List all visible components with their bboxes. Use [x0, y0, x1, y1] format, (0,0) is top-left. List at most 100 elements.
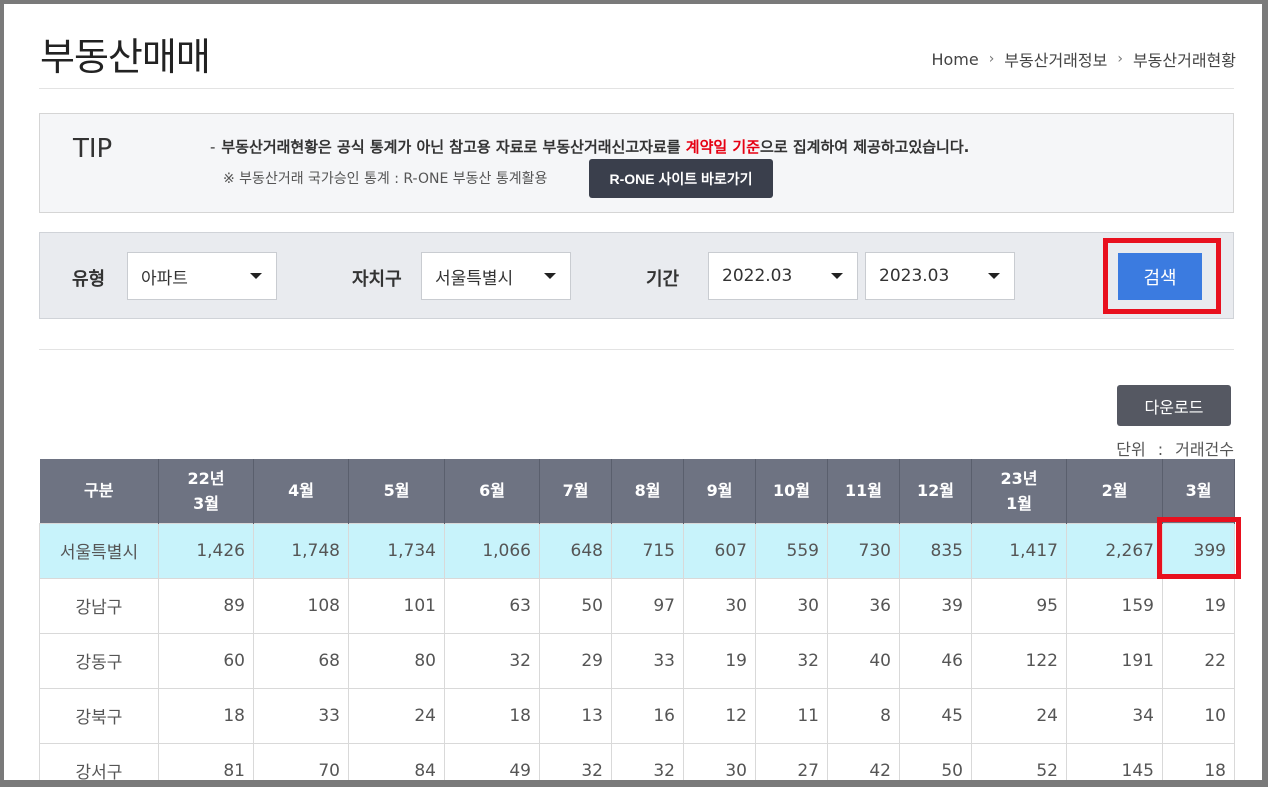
divider [39, 349, 1234, 350]
value-cell: 835 [899, 522, 972, 579]
page-title: 부동산매매 [40, 35, 211, 79]
value-cell: 648 [539, 522, 612, 579]
value-cell: 1,426 [158, 522, 254, 579]
value-cell: 1,748 [253, 522, 349, 579]
table-header-cell: 11월 [827, 459, 900, 523]
table-header-cell: 10월 [755, 459, 828, 523]
value-cell: 32 [611, 742, 684, 780]
value-cell: 24 [971, 687, 1067, 744]
value-cell: 81 [158, 742, 254, 780]
caret-down-icon [250, 273, 262, 279]
value-cell: 607 [683, 522, 756, 579]
table-header-cell: 2월 [1066, 459, 1163, 523]
row-name-cell: 강동구 [39, 632, 159, 689]
row-name-cell: 강북구 [39, 687, 159, 744]
value-cell: 122 [971, 632, 1067, 689]
table-header-cell: 5월 [348, 459, 445, 523]
value-cell: 84 [348, 742, 445, 780]
value-cell: 16 [611, 687, 684, 744]
rone-site-button[interactable]: R-ONE 사이트 바로가기 [589, 159, 773, 198]
value-cell: 32 [444, 632, 540, 689]
table-header-cell: 22년 3월 [158, 459, 254, 523]
transaction-table: 구분 22년 3월 4월 5월 6월 7월 8월 9월 10월 11월 12월 23년 1월 2월 3월 서울… [39, 459, 1235, 780]
period-to-select[interactable]: 2023.03 [865, 252, 1015, 300]
value-cell: 39 [899, 577, 972, 634]
value-cell: 13 [539, 687, 612, 744]
period-to-value: 2023.03 [879, 266, 950, 286]
value-cell: 30 [683, 577, 756, 634]
tip-text-after: 으로 집계하여 제공하고있습니다. [760, 138, 970, 156]
divider [39, 88, 1234, 89]
period-from-select[interactable]: 2022.03 [708, 252, 858, 300]
district-select-value: 서울특별시 [435, 268, 514, 289]
value-cell: 46 [899, 632, 972, 689]
value-cell: 52 [971, 742, 1067, 780]
value-cell: 42 [827, 742, 900, 780]
value-cell: 1,066 [444, 522, 540, 579]
value-cell: 30 [683, 742, 756, 780]
value-cell: 68 [253, 632, 349, 689]
value-cell: 8 [827, 687, 900, 744]
value-cell: 27 [755, 742, 828, 780]
period-label: 기간 [646, 269, 680, 290]
value-cell: 32 [539, 742, 612, 780]
value-cell: 22 [1162, 632, 1235, 689]
breadcrumb-home[interactable]: Home [931, 50, 978, 69]
type-select[interactable]: 아파트 [127, 252, 277, 300]
search-button[interactable]: 검색 [1118, 253, 1202, 300]
value-cell: 63 [444, 577, 540, 634]
value-cell: 45 [899, 687, 972, 744]
breadcrumb-transaction-status[interactable]: 부동산거래현황 [1133, 47, 1236, 71]
unit-label: 단위: 거래건수 [1116, 436, 1234, 460]
value-cell: 33 [253, 687, 349, 744]
table-header-cell: 12월 [899, 459, 972, 523]
breadcrumb-real-estate-info[interactable]: 부동산거래정보 [1004, 47, 1107, 71]
value-cell: 32 [755, 632, 828, 689]
district-select[interactable]: 서울특별시 [421, 252, 571, 300]
unit-value: 거래건수 [1175, 440, 1234, 459]
table-header-cell: 6월 [444, 459, 540, 523]
table-row-total: 서울특별시 1,426 1,748 1,734 1,066 648 715 607 559 730… [39, 522, 1235, 579]
value-cell: 730 [827, 522, 900, 579]
row-name-cell: 서울특별시 [39, 522, 159, 579]
table-header-cell: 7월 [539, 459, 612, 523]
breadcrumb: Home › 부동산거래정보 › 부동산거래현황 [931, 47, 1236, 71]
row-name-cell: 강남구 [39, 577, 159, 634]
chevron-right-icon: › [1117, 51, 1123, 67]
value-cell: 1,734 [348, 522, 445, 579]
value-cell: 10 [1162, 687, 1235, 744]
table-header-cell: 23년 1월 [971, 459, 1067, 523]
value-cell: 1,417 [971, 522, 1067, 579]
value-cell: 18 [1162, 742, 1235, 780]
value-cell: 159 [1066, 577, 1163, 634]
tip-text-before: 부동산거래현황은 공식 통계가 아닌 참고용 자료로 부동산거래신고자료를 [221, 138, 686, 156]
tip-dash: - [210, 138, 216, 156]
table-row: 강서구 81 70 84 49 32 32 30 27 42 50 52 145 18 [39, 742, 1235, 780]
cell-highlight-box [1157, 517, 1241, 579]
value-cell: 29 [539, 632, 612, 689]
row-name-cell: 강서구 [39, 742, 159, 780]
value-cell: 24 [348, 687, 445, 744]
type-label: 유형 [72, 269, 106, 290]
tip-text: - 부동산거래현황은 공식 통계가 아닌 참고용 자료로 부동산거래신고자료를 계… [210, 136, 969, 157]
page-frame: 부동산매매 Home › 부동산거래정보 › 부동산거래현황 TIP - 부동산거… [4, 4, 1262, 780]
value-cell: 11 [755, 687, 828, 744]
value-cell: 36 [827, 577, 900, 634]
unit-label-text: 단위 [1116, 440, 1146, 459]
download-button[interactable]: 다운로드 [1117, 385, 1231, 426]
type-select-value: 아파트 [141, 268, 188, 289]
value-cell: 97 [611, 577, 684, 634]
tip-text-highlight: 계약일 기준 [685, 138, 761, 156]
tip-label: TIP [73, 134, 113, 164]
value-cell: 50 [899, 742, 972, 780]
value-cell: 18 [444, 687, 540, 744]
table-header-cell: 4월 [253, 459, 349, 523]
unit-colon: : [1157, 440, 1164, 459]
tip-note: ※ 부동산거래 국가승인 통계 : R-ONE 부동산 통계활용 [223, 171, 548, 187]
chevron-right-icon: › [988, 51, 995, 67]
value-cell: 145 [1066, 742, 1163, 780]
value-cell: 2,267 [1066, 522, 1163, 579]
value-cell: 70 [253, 742, 349, 780]
table-header-cell: 3월 [1162, 459, 1235, 523]
period-from-value: 2022.03 [722, 266, 793, 286]
